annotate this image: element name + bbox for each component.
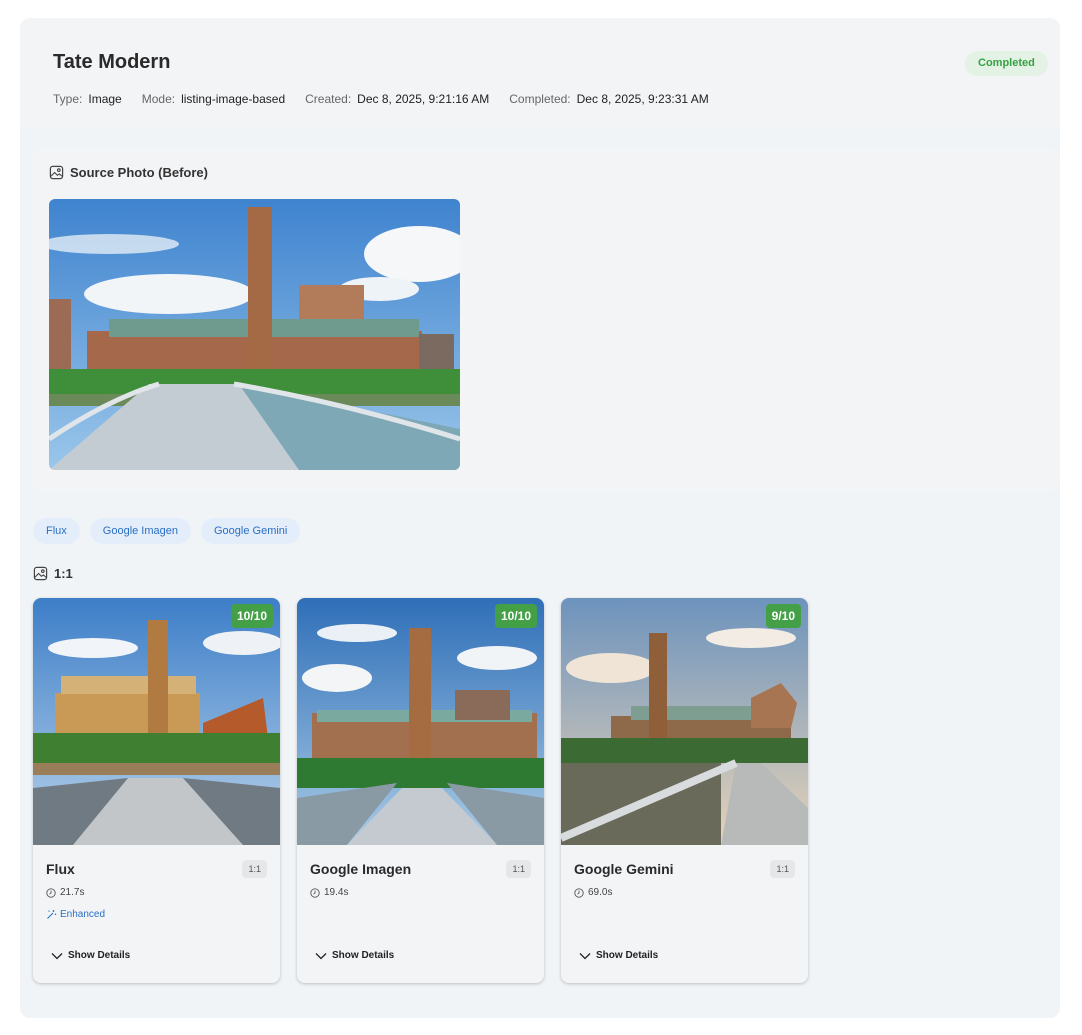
source-photo-section: Source Photo (Before): [32, 148, 1060, 492]
magic-wand-icon: [47, 910, 57, 919]
score-badge: 10/10: [494, 604, 537, 628]
meta-created: Created: Dec 8, 2025, 9:21:16 AM: [305, 92, 490, 106]
model-tabs: Flux Google Imagen Google Gemini: [33, 518, 301, 544]
chevron-down-icon: [315, 952, 327, 959]
show-details-button[interactable]: Show Details: [315, 950, 394, 961]
tab-google-imagen[interactable]: Google Imagen: [89, 518, 191, 544]
generation-time: 21.7s: [46, 887, 84, 898]
ratio-group-heading: 1:1: [33, 566, 73, 581]
image-icon: [49, 165, 64, 180]
result-image[interactable]: [561, 598, 808, 845]
meta-completed: Completed: Dec 8, 2025, 9:23:31 AM: [509, 92, 709, 106]
chevron-down-icon: [51, 952, 63, 959]
generation-time: 19.4s: [310, 887, 348, 898]
tab-flux[interactable]: Flux: [33, 518, 80, 544]
show-details-button[interactable]: Show Details: [579, 950, 658, 961]
model-name: Google Imagen: [310, 861, 412, 877]
clock-icon: [574, 887, 584, 898]
tab-google-gemini[interactable]: Google Gemini: [201, 518, 301, 544]
clock-icon: [310, 887, 320, 898]
ratio-badge: 1:1: [770, 860, 795, 878]
result-image[interactable]: [33, 598, 280, 845]
ratio-badge: 1:1: [242, 860, 267, 878]
show-details-button[interactable]: Show Details: [51, 950, 130, 961]
clock-icon: [46, 887, 56, 898]
result-card-google-imagen: 10/10 Google Imagen 1:1 19.4s Show Detai…: [297, 598, 544, 983]
job-meta: Type: Image Mode: listing-image-based Crea…: [53, 92, 729, 106]
source-photo-heading: Source Photo (Before): [49, 165, 208, 180]
generation-panel: Tate Modern Type: Image Mode: listing-imag…: [20, 18, 1060, 1018]
score-badge: 10/10: [230, 604, 273, 628]
result-card-flux: 10/10 Flux 1:1 21.7s Enhanced Show Detai…: [33, 598, 280, 983]
model-name: Google Gemini: [574, 861, 674, 877]
meta-type: Type: Image: [53, 92, 122, 106]
image-icon: [33, 566, 48, 581]
enhanced-label: Enhanced: [46, 909, 105, 920]
meta-mode: Mode: listing-image-based: [141, 92, 286, 106]
job-header: Tate Modern Type: Image Mode: listing-imag…: [20, 18, 1060, 128]
status-badge: Completed: [965, 51, 1048, 76]
ratio-badge: 1:1: [506, 860, 531, 878]
chevron-down-icon: [579, 952, 591, 959]
result-image[interactable]: [297, 598, 544, 845]
generation-time: 69.0s: [574, 887, 612, 898]
score-badge: 9/10: [765, 604, 801, 628]
page-title: Tate Modern: [53, 51, 171, 73]
result-card-google-gemini: 9/10 Google Gemini 1:1 69.0s Show Detail…: [561, 598, 808, 983]
model-name: Flux: [46, 861, 75, 877]
source-photo-image[interactable]: [49, 199, 460, 470]
